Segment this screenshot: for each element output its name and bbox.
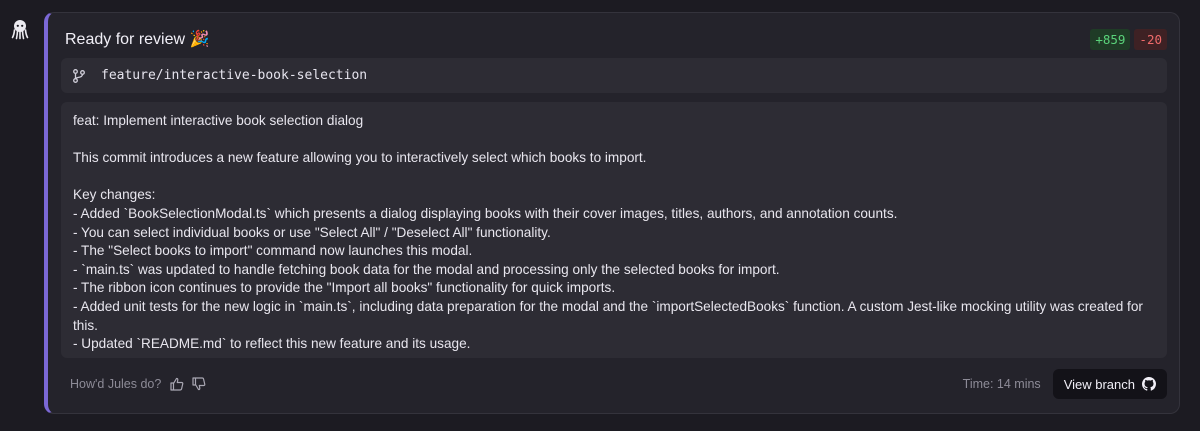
commit-message-blank-line <box>73 168 1155 187</box>
view-branch-label: View branch <box>1063 376 1135 392</box>
github-icon <box>1142 377 1156 391</box>
elapsed-time: Time: 14 mins <box>962 377 1041 391</box>
card-footer: How'd Jules do? Time: 14 mins View branc… <box>70 369 1167 399</box>
feedback-label: How'd Jules do? <box>70 377 162 391</box>
commit-message-line: - The ribbon icon continues to provide t… <box>73 280 616 296</box>
deletions-badge: -20 <box>1134 28 1167 50</box>
commit-message-line: feat: Implement interactive book selecti… <box>73 113 364 128</box>
thumbs-up-icon[interactable] <box>169 376 185 392</box>
git-branch-icon <box>73 68 85 83</box>
commit-message-line: - Added unit tests for the new logic in … <box>73 298 1147 333</box>
jules-avatar-icon <box>11 20 29 40</box>
commit-message-line: - Added `BookSelectionModal.ts` which pr… <box>73 205 898 221</box>
feedback-group: How'd Jules do? <box>70 376 207 392</box>
additions-badge: +859 <box>1090 28 1131 50</box>
commit-message-line: - The "Select books to import" command n… <box>73 243 473 259</box>
view-branch-button[interactable]: View branch <box>1052 369 1167 399</box>
pr-review-card: Ready for review 🎉 +859 -20 feature/inte… <box>44 12 1180 414</box>
footer-right: Time: 14 mins View branch <box>963 369 1167 399</box>
branch-bar: feature/interactive-book-selection <box>61 58 1167 93</box>
diff-stats: +859 -20 <box>1090 28 1167 50</box>
commit-message-line: Key changes: <box>73 187 156 203</box>
commit-message-line: This commit introduces a new feature all… <box>73 150 647 166</box>
commit-message-line: - Updated `README.md` to reflect this ne… <box>73 336 471 352</box>
thumbs-down-icon[interactable] <box>191 376 207 392</box>
commit-message[interactable]: feat: Implement interactive book selecti… <box>61 102 1167 358</box>
commit-message-line: - `main.ts` was updated to handle fetchi… <box>73 261 780 277</box>
card-title: Ready for review 🎉 <box>65 31 210 48</box>
commit-message-line: - You can select individual books or use… <box>73 224 551 240</box>
commit-message-blank-line <box>73 131 1155 150</box>
card-header: Ready for review 🎉 +859 -20 <box>65 27 1167 51</box>
branch-name: feature/interactive-book-selection <box>101 68 368 83</box>
